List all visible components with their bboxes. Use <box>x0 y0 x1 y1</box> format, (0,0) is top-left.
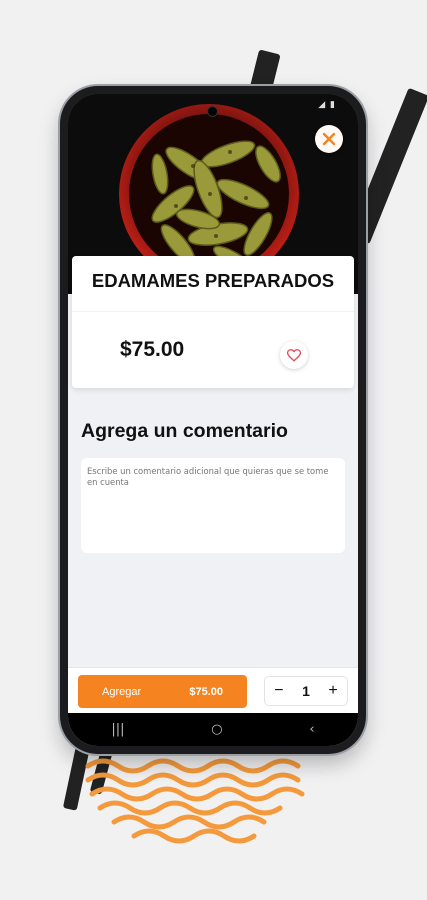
add-to-cart-button[interactable]: Agregar $75.00 <box>78 675 247 708</box>
favorite-button[interactable] <box>280 341 308 369</box>
phone-frame: ◢ ▮ EDAMAMES PREPARADOS $75.00 Agrega un… <box>60 86 366 754</box>
product-price: $75.00 <box>120 338 185 361</box>
increment-button[interactable]: + <box>328 682 337 700</box>
product-name: EDAMAMES PREPARADOS <box>91 270 335 291</box>
app-screen: ◢ ▮ EDAMAMES PREPARADOS $75.00 Agrega un… <box>68 94 358 746</box>
comment-section-title: Agrega un comentario <box>81 420 288 442</box>
close-button[interactable] <box>315 125 343 153</box>
comment-input[interactable] <box>81 458 345 553</box>
add-label: Agregar <box>102 685 142 698</box>
product-title-row: EDAMAMES PREPARADOS <box>72 256 354 306</box>
product-card: EDAMAMES PREPARADOS $75.00 <box>72 256 354 388</box>
heart-outline-icon <box>287 348 301 362</box>
home-nav-button[interactable]: ○ <box>211 722 222 737</box>
close-icon <box>322 132 336 146</box>
divider <box>72 311 354 312</box>
android-nav-bar: ||| ○ ‹ <box>68 713 358 746</box>
front-camera <box>208 107 217 116</box>
signal-battery-icon: ◢ ▮ <box>318 100 336 110</box>
quantity-value: 1 <box>302 683 310 699</box>
add-price: $75.00 <box>189 685 223 698</box>
quantity-stepper: − 1 + <box>264 676 348 706</box>
order-bar: Agregar $75.00 − 1 + <box>68 667 358 714</box>
decrement-button[interactable]: − <box>274 682 283 700</box>
wave-pattern-decoration <box>85 758 305 844</box>
recents-nav-button[interactable]: ||| <box>111 722 124 737</box>
back-nav-button[interactable]: ‹ <box>309 722 314 737</box>
